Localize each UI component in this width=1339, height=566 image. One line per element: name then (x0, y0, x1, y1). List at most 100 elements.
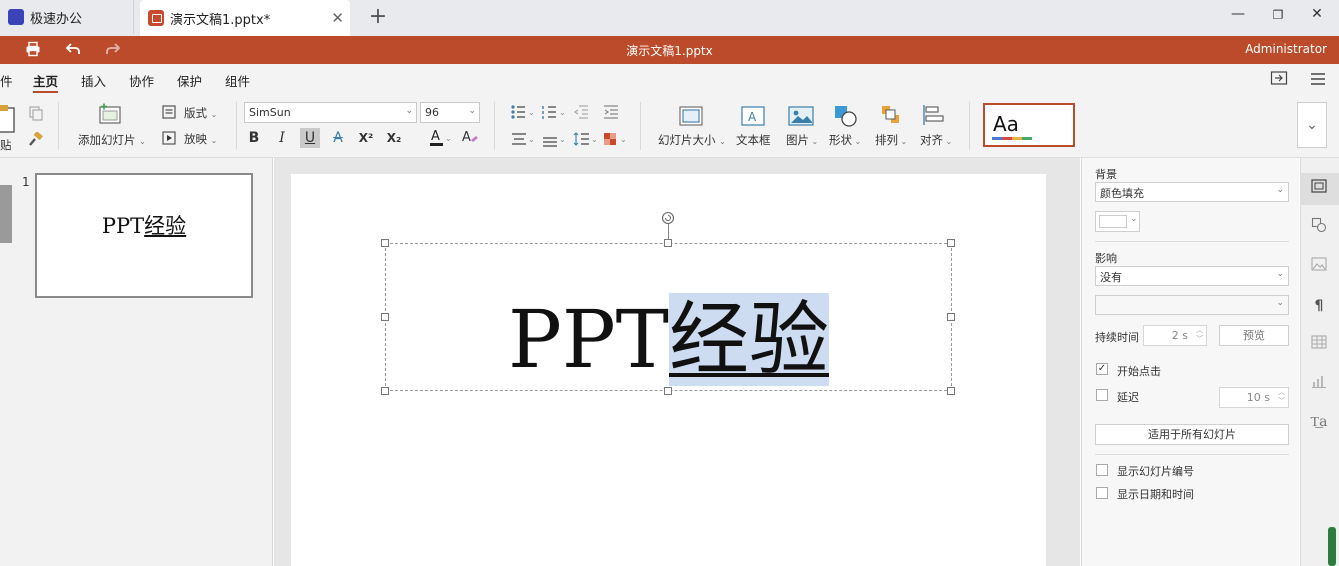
show-date-time-label: 显示日期和时间 (1117, 488, 1194, 501)
start-on-click-checkbox[interactable]: ✓ (1096, 363, 1108, 375)
show-slide-number-checkbox[interactable] (1096, 464, 1108, 476)
format-painter-icon[interactable] (28, 131, 44, 151)
effect-option-select[interactable]: ⌄ (1095, 295, 1289, 315)
paste-icon[interactable] (0, 104, 16, 137)
resize-handle[interactable] (381, 239, 389, 247)
start-on-click-label: 开始点击 (1117, 365, 1161, 378)
minimize-button[interactable]: — (1226, 6, 1250, 22)
numbered-list-icon[interactable]: ⌄ (541, 104, 567, 123)
text-art-settings-icon[interactable]: T͟a (1308, 411, 1330, 433)
new-tab-button[interactable]: + (368, 4, 388, 30)
theme-expand-button[interactable]: ⌄ (1297, 102, 1327, 148)
line-spacing-icon[interactable]: ⌄ (573, 131, 599, 150)
bullet-list-icon[interactable]: ⌄ (510, 104, 536, 123)
slide-size-button[interactable]: 幻灯片大小 ⌄ (658, 132, 726, 148)
align-objects-icon (922, 104, 944, 129)
tab-document[interactable]: 演示文稿1.pptx* ✕ (140, 0, 350, 36)
paste-label: 贴 (0, 138, 12, 152)
textbox-button[interactable]: 文本框 (736, 132, 771, 148)
duration-label: 持续时间 (1095, 331, 1139, 344)
svg-text:A: A (462, 130, 471, 145)
shape-button[interactable]: 形状 ⌄ (829, 132, 861, 148)
table-settings-icon[interactable] (1308, 334, 1330, 356)
separator (58, 102, 59, 150)
effect-select[interactable]: 没有 ⌄ (1095, 266, 1289, 286)
menu-home[interactable]: 主页 (33, 71, 59, 93)
scroll-indicator[interactable] (1328, 527, 1336, 566)
show-date-time-checkbox[interactable] (1096, 487, 1108, 499)
close-tab-icon[interactable]: ✕ (331, 9, 344, 27)
paragraph-settings-icon[interactable]: ¶ (1308, 295, 1330, 317)
maximize-button[interactable]: ❐ (1266, 8, 1290, 22)
app-icon (8, 9, 24, 25)
chart-settings-icon[interactable] (1308, 373, 1330, 395)
spinner-arrows-icon[interactable]: ︿ ﹀ (1278, 388, 1285, 406)
menu-collaborate[interactable]: 协作 (129, 71, 154, 90)
slide-text-plain: PPT (507, 293, 669, 386)
image-button[interactable]: 图片 ⌄ (786, 132, 818, 148)
theme-sample-text: Aa (993, 112, 1019, 136)
document-title: 演示文稿1.pptx (626, 44, 713, 58)
increase-indent-icon[interactable] (603, 104, 619, 123)
tab-home[interactable]: 极速办公 (0, 0, 134, 34)
separator (236, 102, 237, 150)
font-color-icon[interactable]: A ⌄ (428, 128, 452, 151)
shape-settings-icon[interactable] (1308, 217, 1330, 239)
divider (1095, 454, 1289, 455)
superscript-button[interactable]: X² (356, 128, 376, 148)
copy-icon[interactable] (28, 105, 44, 124)
user-name[interactable]: Administrator (1245, 42, 1327, 56)
menu-file[interactable]: 件 (0, 71, 13, 90)
delay-checkbox[interactable] (1096, 389, 1108, 401)
theme-color-strip (992, 137, 1032, 140)
vertical-align-icon[interactable]: ⌄ (541, 131, 567, 150)
menu-protect[interactable]: 保护 (177, 71, 202, 90)
panel-scroll-tab[interactable] (0, 185, 12, 243)
subscript-button[interactable]: X₂ (384, 128, 404, 148)
italic-button[interactable]: I (272, 128, 292, 148)
spinner-arrows-icon[interactable]: ︿ ﹀ (1196, 326, 1203, 344)
add-slide-button[interactable]: 添加幻灯片 ⌄ (78, 132, 146, 148)
background-fill-select[interactable]: 颜色填充 ⌄ (1095, 182, 1289, 202)
duration-input[interactable]: 2 s ︿ ﹀ (1143, 325, 1207, 346)
menu-insert[interactable]: 插入 (81, 71, 106, 90)
font-size-select[interactable]: 96 ⌄ (420, 102, 480, 123)
hamburger-menu-icon[interactable] (1310, 72, 1326, 89)
resize-handle[interactable] (664, 239, 672, 247)
align-button[interactable]: 对齐 ⌄ (920, 132, 952, 148)
background-color-picker[interactable]: ⌄ (1095, 211, 1140, 232)
menu-components[interactable]: 组件 (225, 71, 250, 90)
theme-preview[interactable]: Aa (983, 103, 1075, 147)
ribbon-toolbar: 贴 添加幻灯片 ⌄ 版式 ⌄ 放映 ⌄ SimSun ⌄ 96 ⌄ B I U A … (0, 94, 1339, 158)
shape-fill-icon[interactable]: ⌄ (603, 131, 629, 150)
slide-settings-icon[interactable] (1308, 178, 1330, 200)
font-family-select[interactable]: SimSun ⌄ (244, 102, 417, 123)
play-button[interactable]: 放映 ⌄ (184, 131, 217, 147)
share-icon[interactable] (1270, 70, 1288, 89)
delay-input[interactable]: 10 s ︿ ﹀ (1219, 387, 1289, 408)
align-text-icon[interactable]: ⌄ (510, 131, 536, 150)
rotate-handle-icon[interactable] (661, 211, 675, 228)
close-window-button[interactable]: ✕ (1305, 6, 1329, 22)
strikethrough-button[interactable]: A (328, 128, 348, 148)
separator (640, 102, 641, 150)
image-settings-icon[interactable] (1308, 256, 1330, 278)
layout-button[interactable]: 版式 ⌄ (184, 105, 217, 121)
highlight-color-icon[interactable]: A (460, 128, 480, 151)
apply-to-all-slides-button[interactable]: 适用于所有幻灯片 (1095, 424, 1289, 445)
bold-button[interactable]: B (244, 128, 264, 148)
slide-text[interactable]: PPT经验 (385, 290, 952, 390)
arrange-button[interactable]: 排列 ⌄ (875, 132, 907, 148)
preview-button[interactable]: 预览 (1219, 325, 1289, 346)
chevron-down-icon: ⌄ (1276, 298, 1284, 308)
svg-text:⌄: ⌄ (559, 108, 566, 117)
shape-icon (833, 104, 859, 131)
decrease-indent-icon[interactable] (573, 104, 589, 123)
resize-handle[interactable] (947, 239, 955, 247)
arrange-icon (880, 104, 902, 129)
chevron-down-icon: ⌄ (1276, 269, 1284, 279)
underline-button[interactable]: U (300, 128, 320, 148)
play-icon (162, 131, 176, 148)
title-bar: 演示文稿1.pptx Administrator (0, 36, 1339, 64)
add-slide-icon[interactable] (98, 103, 122, 128)
